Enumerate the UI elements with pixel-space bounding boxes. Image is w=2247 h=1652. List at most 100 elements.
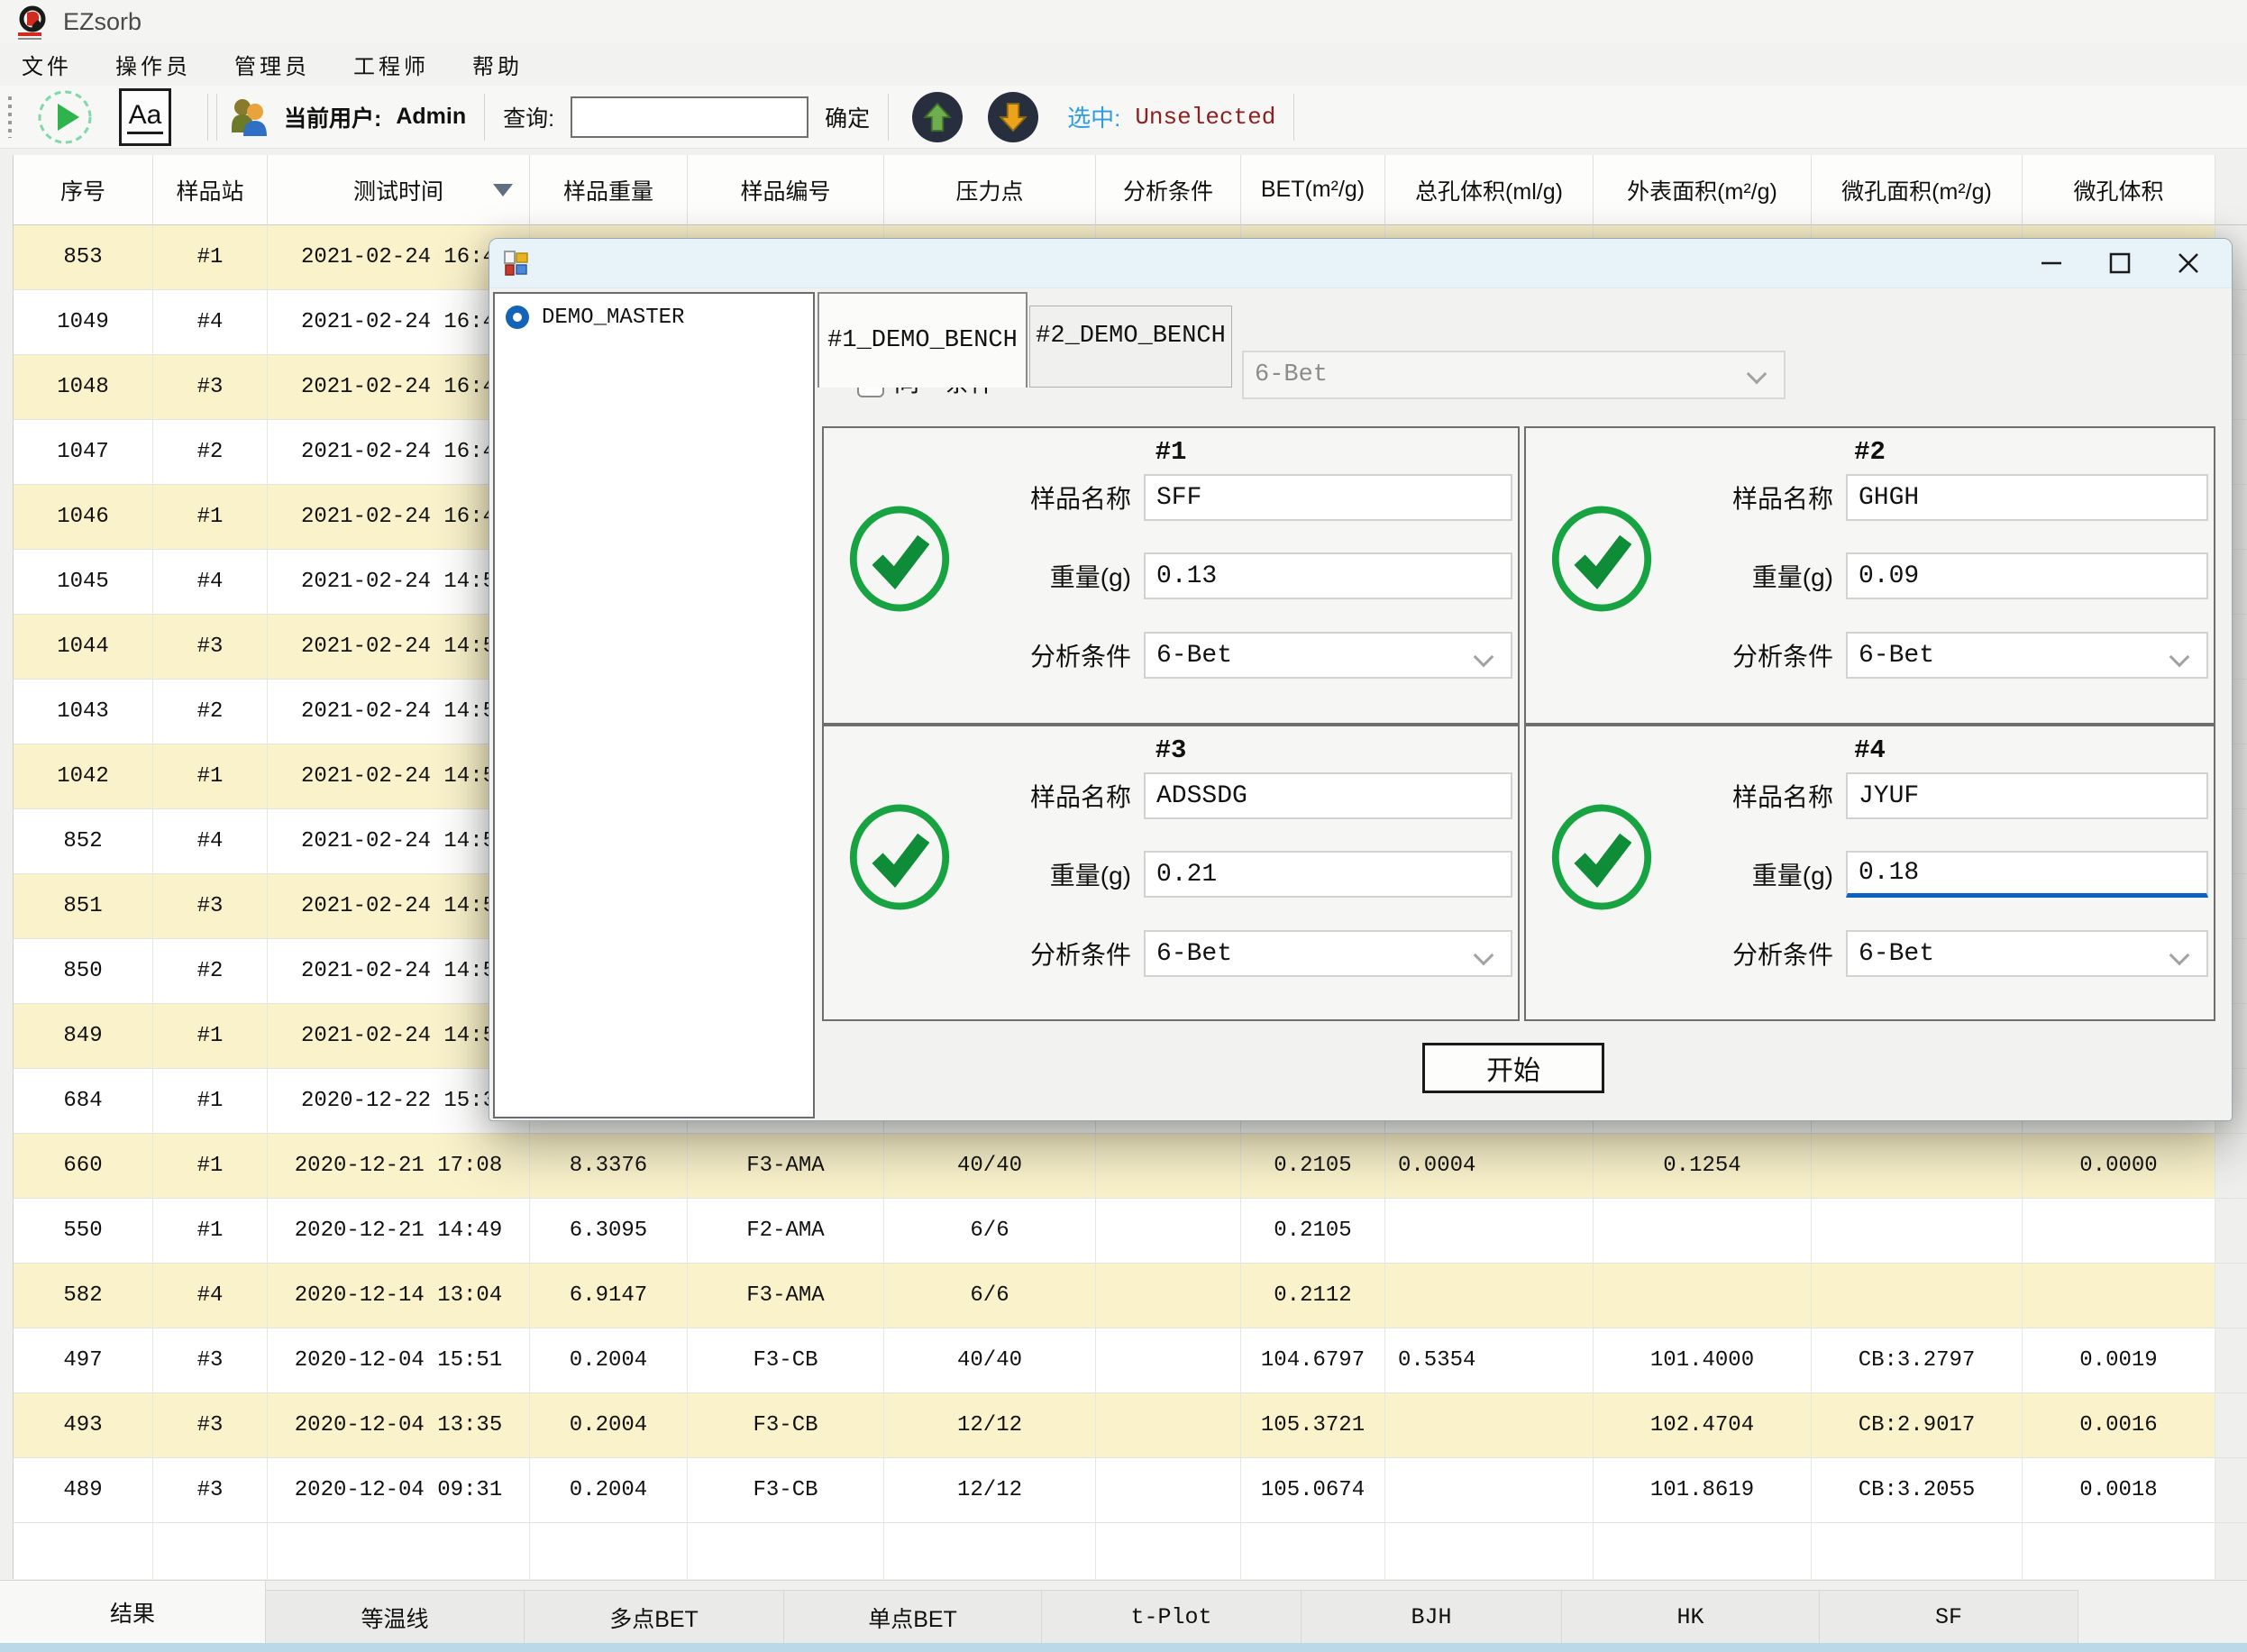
- condition-label: 分析条件: [824, 936, 1144, 972]
- column-header-weight[interactable]: 样品重量: [530, 155, 688, 225]
- close-button[interactable]: [2160, 239, 2217, 288]
- cell-bet: 105.0674: [1241, 1458, 1385, 1523]
- column-header-total-pore-volume[interactable]: 总孔体积(ml/g): [1385, 155, 1594, 225]
- cell-total-pore-volume: [1385, 1393, 1594, 1458]
- condition-select[interactable]: 6-Bet: [1144, 632, 1512, 679]
- toolbar-grip[interactable]: [7, 96, 13, 138]
- move-up-button[interactable]: [912, 92, 963, 142]
- table-row[interactable]: 497#32020-12-04 15:510.2004F3-CB40/40104…: [0, 1328, 2247, 1393]
- bottom-tab-3[interactable]: 单点BET: [784, 1590, 1042, 1644]
- sample-name-input[interactable]: JYUF: [1846, 772, 2208, 819]
- condition-label: 分析条件: [1526, 637, 1846, 673]
- row-header: [0, 874, 14, 939]
- maximize-button[interactable]: [2091, 239, 2149, 288]
- cell-pressure: 6/6: [884, 1199, 1096, 1264]
- cell-station: #3: [153, 355, 268, 420]
- toolbar: Aa 当前用户: Admin 查询: 确定 选中: Unselected: [0, 86, 2247, 149]
- column-header-station[interactable]: 样品站: [153, 155, 268, 225]
- cell-condition: [1096, 1458, 1241, 1523]
- empty-cell: [14, 1523, 153, 1579]
- bottom-tab-5[interactable]: BJH: [1302, 1590, 1562, 1644]
- column-header-micropore-volume[interactable]: 微孔体积: [2023, 155, 2215, 225]
- toolbar-separator: [484, 94, 485, 141]
- cell-station: #3: [153, 1328, 268, 1393]
- bottom-tab-4[interactable]: t-Plot: [1042, 1590, 1302, 1644]
- weight-input[interactable]: 0.21: [1144, 851, 1512, 898]
- start-button[interactable]: 开始: [1422, 1043, 1604, 1093]
- menu-item-3[interactable]: 工程师: [332, 43, 451, 86]
- bottom-tab-2[interactable]: 多点BET: [525, 1590, 784, 1644]
- table-row[interactable]: 582#42020-12-14 13:046.9147F3-AMA6/60.21…: [0, 1264, 2247, 1328]
- bottom-tab-6[interactable]: HK: [1562, 1590, 1820, 1644]
- sample-name-input[interactable]: ADSSDG: [1144, 772, 1512, 819]
- cell-micropore-area: CB:2.9017: [1812, 1393, 2023, 1458]
- weight-input[interactable]: 0.18: [1846, 851, 2208, 898]
- cell-station: #3: [153, 615, 268, 680]
- menu-item-2[interactable]: 管理员: [213, 43, 332, 86]
- cell-sample: F3-CB: [688, 1328, 884, 1393]
- dialog-titlebar[interactable]: [489, 239, 2232, 288]
- column-header-bet[interactable]: BET(m²/g): [1241, 155, 1385, 225]
- cell-micropore-area: [1812, 1199, 2023, 1264]
- row-header: [0, 615, 14, 680]
- cell-weight: 6.9147: [530, 1264, 688, 1328]
- confirm-button[interactable]: 确定: [825, 101, 870, 133]
- weight-input[interactable]: 0.09: [1846, 552, 2208, 599]
- column-header-sample[interactable]: 样品编号: [688, 155, 884, 225]
- cell-station: #1: [153, 485, 268, 550]
- tab-bench-1[interactable]: #1_DEMO_BENCH: [818, 292, 1028, 388]
- cell-pressure: 6/6: [884, 1264, 1096, 1328]
- column-header-time[interactable]: 测试时间: [268, 155, 530, 225]
- menu-item-0[interactable]: 文件: [0, 43, 94, 86]
- row-header: [0, 225, 14, 290]
- table-row[interactable]: 493#32020-12-04 13:350.2004F3-CB12/12105…: [0, 1393, 2247, 1458]
- master-list-item[interactable]: DEMO_MASTER: [495, 297, 813, 337]
- empty-cell: [2023, 1523, 2215, 1579]
- sample-name-input[interactable]: SFF: [1144, 474, 1512, 521]
- column-header-seq[interactable]: 序号: [14, 155, 153, 225]
- column-header-condition[interactable]: 分析条件: [1096, 155, 1241, 225]
- tab-bench-2[interactable]: #2_DEMO_BENCH: [1029, 306, 1232, 388]
- cell-micropore-volume: 0.0018: [2023, 1458, 2215, 1523]
- sample-name-input[interactable]: GHGH: [1846, 474, 2208, 521]
- menu-item-4[interactable]: 帮助: [451, 43, 544, 86]
- font-button[interactable]: Aa: [119, 88, 171, 146]
- cell-seq: 493: [14, 1393, 153, 1458]
- header-filler: [2215, 155, 2247, 225]
- cell-station: #2: [153, 680, 268, 744]
- column-header-micropore-area[interactable]: 微孔面积(m²/g): [1812, 155, 2023, 225]
- condition-select[interactable]: 6-Bet: [1144, 930, 1512, 977]
- weight-label: 重量(g): [824, 856, 1144, 892]
- empty-cell: [1594, 1523, 1812, 1579]
- weight-input[interactable]: 0.13: [1144, 552, 1512, 599]
- cell-weight: 6.3095: [530, 1199, 688, 1264]
- cell-condition: [1096, 1328, 1241, 1393]
- minimize-button[interactable]: [2023, 239, 2080, 288]
- cell-seq: 684: [14, 1069, 153, 1134]
- table-row[interactable]: 660#12020-12-21 17:088.3376F3-AMA40/400.…: [0, 1134, 2247, 1199]
- search-input[interactable]: [571, 96, 808, 138]
- cell-micropore-area: CB:3.2797: [1812, 1328, 2023, 1393]
- column-header-external-area[interactable]: 外表面积(m²/g): [1594, 155, 1812, 225]
- arrow-up-icon: [919, 99, 955, 135]
- table-row[interactable]: 550#12020-12-21 14:496.3095F2-AMA6/60.21…: [0, 1199, 2247, 1264]
- table-row[interactable]: 489#32020-12-04 09:310.2004F3-CB12/12105…: [0, 1458, 2247, 1523]
- chevron-down-icon: [1747, 364, 1767, 385]
- menu-item-1[interactable]: 操作员: [94, 43, 213, 86]
- cell-pressure: 40/40: [884, 1328, 1096, 1393]
- start-analysis-button[interactable]: [36, 88, 94, 146]
- cell-sample: F3-CB: [688, 1393, 884, 1458]
- bottom-tab-7[interactable]: SF: [1820, 1590, 2078, 1644]
- bottom-tab-0[interactable]: 结果: [0, 1581, 266, 1644]
- bottom-tab-1[interactable]: 等温线: [266, 1590, 525, 1644]
- cell-total-pore-volume: [1385, 1264, 1594, 1328]
- condition-select[interactable]: 6-Bet: [1846, 930, 2208, 977]
- cell-bet: 0.2105: [1241, 1134, 1385, 1199]
- column-header-pressure[interactable]: 压力点: [884, 155, 1096, 225]
- row-header: [0, 1523, 14, 1579]
- move-down-button[interactable]: [988, 92, 1038, 142]
- cell-micropore-volume: 0.0000: [2023, 1134, 2215, 1199]
- condition-select[interactable]: 6-Bet: [1846, 632, 2208, 679]
- row-filler: [2215, 1199, 2247, 1264]
- sample-name-label: 样品名称: [824, 778, 1144, 814]
